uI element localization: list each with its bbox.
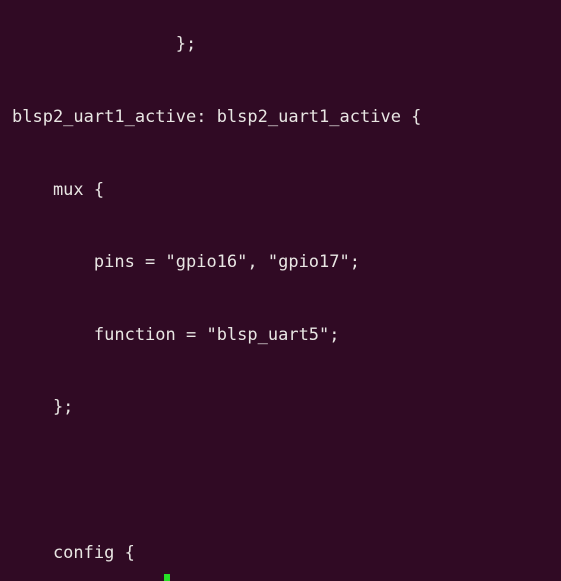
terminal-window[interactable]: }; blsp2_uart1_active: blsp2_uart1_activ… <box>0 0 561 581</box>
code-line: blsp2_uart1_active: blsp2_uart1_active { <box>12 107 422 127</box>
clipped-previous-line: }; <box>12 34 197 55</box>
code-line: function = "blsp_uart5"; <box>12 324 340 345</box>
code-line: mux { <box>12 179 105 200</box>
code-line: pins = "gpio16", "gpio17"; <box>12 252 360 273</box>
code-line: }; <box>12 397 74 418</box>
text-cursor <box>164 574 170 581</box>
terminal-screen[interactable]: }; blsp2_uart1_active: blsp2_uart1_activ… <box>12 0 421 581</box>
code-line: config { <box>12 542 135 563</box>
